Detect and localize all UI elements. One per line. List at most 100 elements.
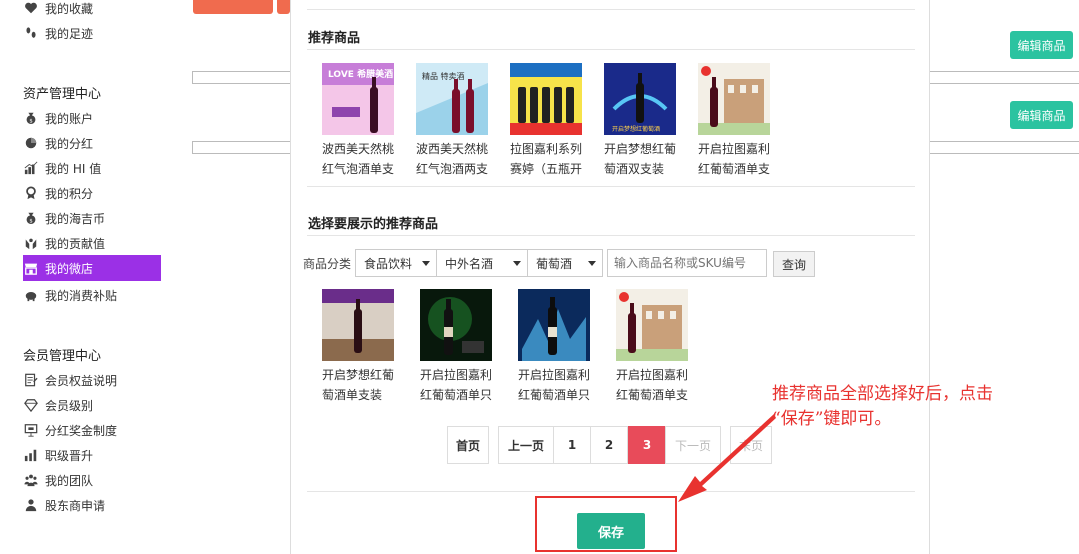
product-name: 开启拉图嘉利红葡萄酒单支 bbox=[698, 142, 771, 176]
recommended-product[interactable]: 开启梦想红葡萄酒 开启梦想红葡萄酒双支装 bbox=[590, 63, 676, 179]
sidebar-item-contribution[interactable]: 我的贡献值 bbox=[23, 231, 105, 255]
query-button[interactable]: 查询 bbox=[773, 251, 815, 277]
background-row-border bbox=[192, 71, 290, 84]
image-text: LOVE 希腊美酒 bbox=[328, 68, 393, 80]
pie-chart-icon bbox=[23, 135, 39, 151]
money-bag-icon: $ bbox=[23, 110, 39, 126]
recommended-product[interactable]: 开启拉图嘉利红葡萄酒单支 bbox=[684, 63, 770, 179]
product-image bbox=[510, 63, 582, 135]
product-image bbox=[420, 289, 492, 361]
team-icon bbox=[23, 472, 39, 488]
edit-product-button[interactable]: 编辑商品 bbox=[1010, 101, 1073, 129]
sidebar-item-shareholder[interactable]: 股东商申请 bbox=[23, 493, 105, 517]
category-select-2[interactable]: 中外名酒 bbox=[436, 249, 528, 277]
coin-bag-icon: $ bbox=[23, 210, 39, 226]
product-name: 开启拉图嘉利红葡萄酒单只 bbox=[518, 368, 591, 402]
pagination-page-1[interactable]: 1 bbox=[553, 426, 591, 464]
product-name: 波西美天然桃红气泡酒单支 bbox=[322, 142, 395, 176]
category-label: 商品分类 bbox=[303, 257, 352, 271]
sidebar-item-label: 股东商申请 bbox=[45, 498, 106, 513]
sidebar-item-label: 我的积分 bbox=[45, 186, 94, 201]
sidebar-item-label: 我的分红 bbox=[45, 136, 94, 151]
sidebar-item-label: 我的 HI 值 bbox=[45, 161, 102, 176]
recommended-section-title: 推荐商品 bbox=[308, 31, 361, 46]
caret-down-icon bbox=[513, 261, 521, 266]
pagination-first[interactable]: 首页 bbox=[447, 426, 489, 464]
annotation-arrow bbox=[678, 414, 776, 502]
sidebar-item-label: 我的贡献值 bbox=[45, 236, 106, 251]
sidebar-item-favorites[interactable]: 我的收藏 bbox=[23, 0, 93, 20]
product-image bbox=[616, 289, 688, 361]
product-name: 波西美天然桃红气泡酒两支 bbox=[416, 142, 489, 176]
person-icon bbox=[23, 497, 39, 513]
sidebar-item-label: 会员权益说明 bbox=[45, 373, 118, 388]
sidebar-item-hi-value[interactable]: 我的 HI 值 bbox=[23, 156, 101, 180]
annotation-text: 推荐商品全部选择好后，点击 “保存”键即可。 bbox=[772, 382, 1032, 432]
category-select-1[interactable]: 食品饮料 bbox=[355, 249, 437, 277]
sidebar-item-member-level[interactable]: 会员级别 bbox=[23, 393, 93, 417]
annotation-line-1: 推荐商品全部选择好后，点击 bbox=[772, 384, 993, 404]
select-section-title: 选择要展示的推荐商品 bbox=[308, 217, 439, 232]
recommended-product[interactable]: 拉图嘉利系列赛婷（五瓶开 bbox=[496, 63, 582, 179]
medal-icon bbox=[23, 185, 39, 201]
divider bbox=[307, 9, 915, 10]
divider bbox=[307, 235, 915, 236]
sidebar-item-label: 我的消费补贴 bbox=[45, 288, 118, 303]
background-row-border bbox=[930, 71, 1079, 84]
pagination-prev[interactable]: 上一页 bbox=[498, 426, 554, 464]
sidebar-item-account[interactable]: $ 我的账户 bbox=[23, 106, 93, 130]
product-name: 开启梦想红葡萄酒双支装 bbox=[604, 142, 677, 176]
sidebar-item-label: 我的团队 bbox=[45, 473, 94, 488]
sidebar-item-label: 会员级别 bbox=[45, 398, 94, 413]
annotation-line-2: “保存”键即可。 bbox=[772, 409, 892, 429]
product-search-input[interactable] bbox=[607, 249, 767, 277]
background-row-border bbox=[192, 141, 290, 154]
sidebar-item-footprints[interactable]: 我的足迹 bbox=[23, 21, 93, 45]
caret-down-icon bbox=[588, 261, 596, 266]
diamond-icon bbox=[23, 397, 39, 413]
edit-product-button[interactable]: 编辑商品 bbox=[1010, 31, 1073, 59]
background-row-border bbox=[930, 141, 1079, 154]
product-name: 拉图嘉利系列赛婷（五瓶开 bbox=[510, 142, 583, 176]
divider bbox=[307, 186, 915, 187]
sidebar-item-subsidy[interactable]: 我的消费补贴 bbox=[23, 283, 117, 307]
divider bbox=[307, 49, 915, 50]
sidebar-item-member-rights[interactable]: 会员权益说明 bbox=[23, 368, 117, 392]
divider bbox=[307, 491, 915, 492]
svg-text:$: $ bbox=[29, 218, 32, 224]
rank-icon bbox=[23, 447, 39, 463]
sidebar-item-promotion[interactable]: 职级晋升 bbox=[23, 443, 93, 467]
candidate-product[interactable]: 开启梦想红葡萄酒单支装 bbox=[308, 289, 394, 405]
sidebar-item-my-store[interactable]: 我的微店 bbox=[23, 255, 161, 281]
recommend-products-modal: 推荐商品 LOVE 希腊美酒 波西美天然桃红气泡酒单支 精品 特卖酒 波西美天然… bbox=[290, 0, 930, 554]
candidate-product[interactable]: 开启拉图嘉利红葡萄酒单只 bbox=[504, 289, 590, 405]
sidebar: 我的收藏 我的足迹 资产管理中心 $ 我的账户 我的分红 我的 HI 值 我的积… bbox=[0, 0, 190, 554]
sidebar-item-label: 我的海吉币 bbox=[45, 211, 106, 226]
category-select-3[interactable]: 葡萄酒 bbox=[527, 249, 603, 277]
product-image: 开启梦想红葡萄酒 bbox=[604, 63, 676, 135]
image-text: 精品 特卖酒 bbox=[422, 71, 465, 81]
recommended-product[interactable]: LOVE 希腊美酒 波西美天然桃红气泡酒单支 bbox=[308, 63, 394, 179]
caret-down-icon bbox=[422, 261, 430, 266]
sidebar-item-haiji-coin[interactable]: $ 我的海吉币 bbox=[23, 206, 105, 230]
asset-center-title: 资产管理中心 bbox=[23, 87, 102, 102]
sidebar-item-label: 我的足迹 bbox=[45, 26, 94, 41]
select-value: 葡萄酒 bbox=[536, 256, 573, 271]
footprint-icon bbox=[23, 25, 39, 41]
sidebar-item-dividend[interactable]: 我的分红 bbox=[23, 131, 93, 155]
heart-icon bbox=[23, 0, 39, 16]
recommended-product[interactable]: 精品 特卖酒 波西美天然桃红气泡酒两支 bbox=[402, 63, 488, 179]
sidebar-item-team[interactable]: 我的团队 bbox=[23, 468, 93, 492]
background-button bbox=[277, 0, 290, 14]
sidebar-item-points[interactable]: 我的积分 bbox=[23, 181, 93, 205]
hands-icon bbox=[23, 235, 39, 251]
sidebar-item-bonus-system[interactable]: 分红奖金制度 bbox=[23, 418, 117, 442]
presentation-icon bbox=[23, 422, 39, 438]
product-name: 开启梦想红葡萄酒单支装 bbox=[322, 368, 395, 402]
candidate-product[interactable]: 开启拉图嘉利红葡萄酒单只 bbox=[406, 289, 492, 405]
save-highlight-box bbox=[535, 496, 677, 552]
candidate-product[interactable]: 开启拉图嘉利红葡萄酒单支 bbox=[602, 289, 688, 405]
sidebar-item-label: 我的收藏 bbox=[45, 1, 94, 16]
piggy-bank-icon bbox=[23, 287, 39, 303]
pagination-page-2[interactable]: 2 bbox=[590, 426, 628, 464]
